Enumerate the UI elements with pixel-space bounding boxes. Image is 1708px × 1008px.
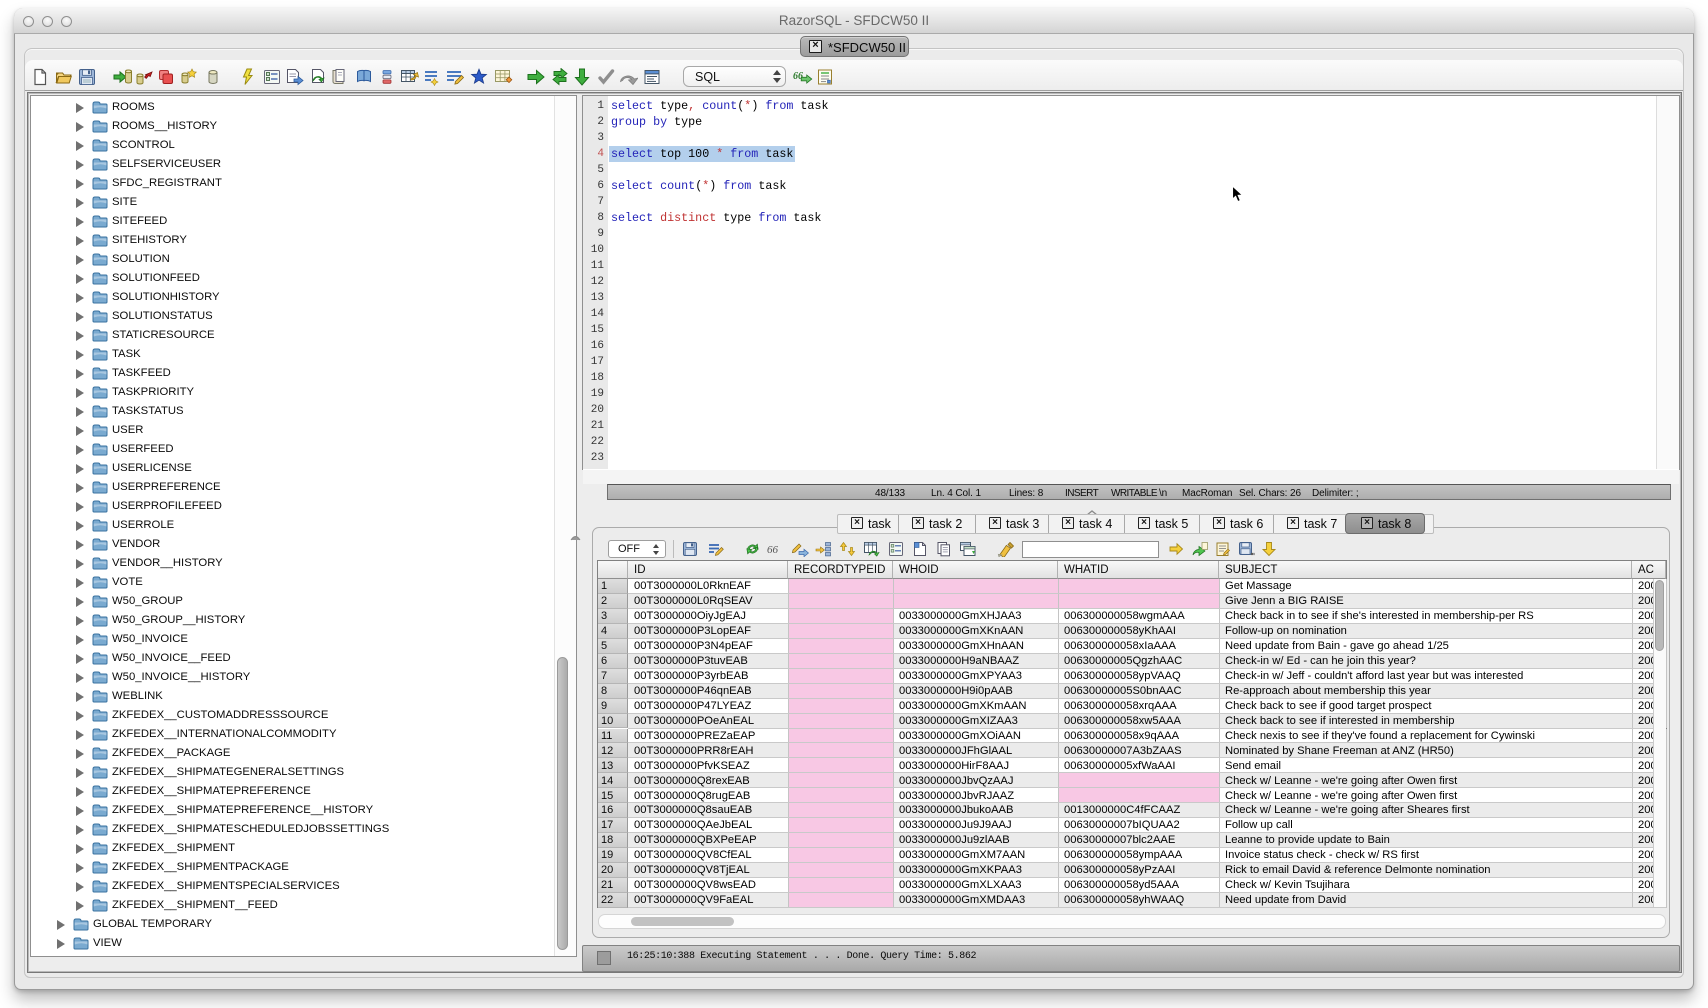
svg-text:66: 66	[767, 544, 779, 556]
